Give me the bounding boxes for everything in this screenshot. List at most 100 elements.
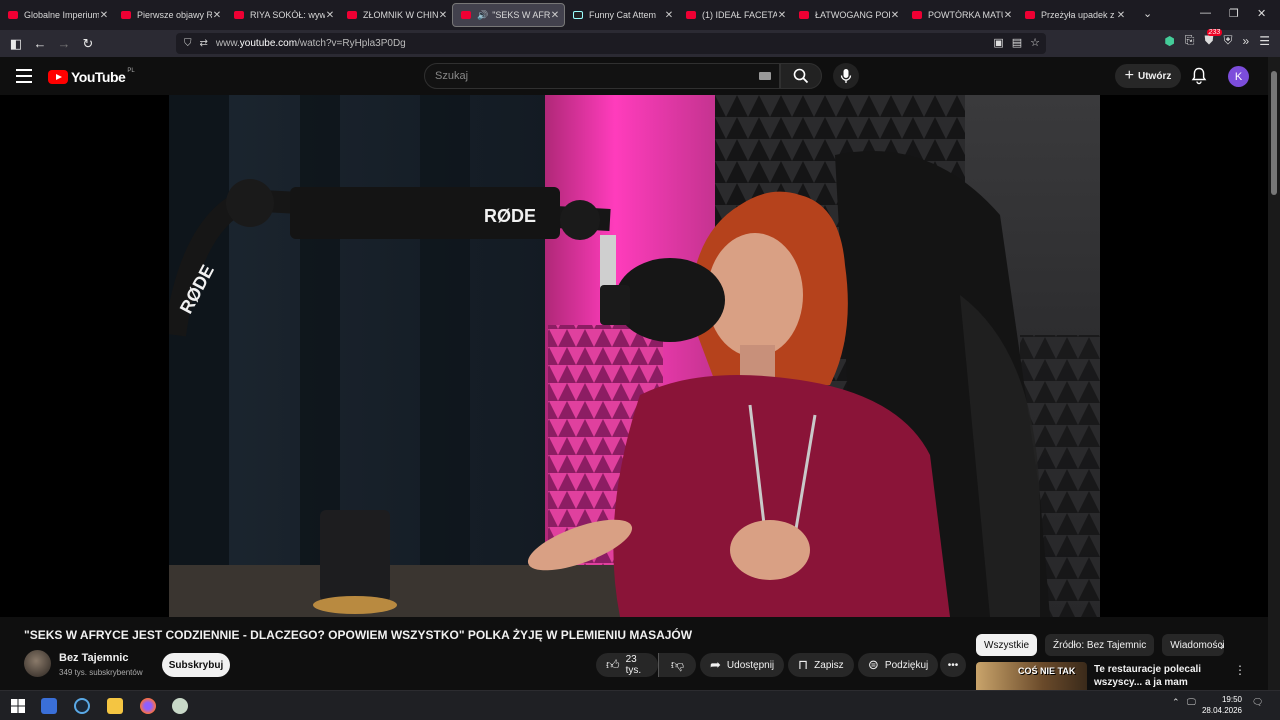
filter-chips: Wszystkie Źródło: Bez Tajemnic Wiadomośc… [976, 634, 1225, 656]
more-horizontal-icon: ••• [947, 659, 959, 671]
notifications-bell-icon[interactable] [1191, 67, 1207, 85]
youtube-icon [8, 11, 18, 19]
account-avatar[interactable]: K [1228, 66, 1249, 87]
more-vertical-icon[interactable]: ⋮ [1234, 663, 1246, 677]
back-icon[interactable]: ← [28, 32, 52, 56]
video-title: "SEKS W AFRYCE JEST CODZIENNIE - DLACZEG… [24, 628, 693, 642]
subscriber-count: 349 tys. subskrybentów [59, 668, 143, 677]
dislike-button[interactable]: 👎︎ [658, 653, 696, 677]
url-bar[interactable]: ⛉ ⇄ www.youtube.com/watch?v=RyHpla3P0Dg … [176, 33, 1046, 54]
overflow-chevron-icon[interactable]: » [1243, 34, 1250, 48]
youtube-icon [1025, 11, 1035, 19]
save-button[interactable]: ⊓ Zapisz [788, 653, 854, 677]
close-tab-icon[interactable]: ✕ [890, 10, 900, 21]
speaker-icon[interactable]: 🔊 [477, 10, 488, 21]
search-icon [793, 68, 809, 84]
system-clock[interactable]: 19:50 28.04.2026 [1200, 694, 1242, 716]
browser-tab-bar: Globalne Imperium B✕ Pierwsze objawy RAK… [0, 0, 1280, 30]
restore-icon[interactable]: ❐ [1229, 7, 1239, 20]
browser-tab[interactable]: POWTÓRKA MATURA✕ [904, 3, 1017, 27]
recommended-video-thumbnail[interactable]: COŚ NIE TAK [976, 662, 1087, 690]
youtube-icon [912, 11, 922, 19]
minimize-icon[interactable]: — [1200, 7, 1211, 19]
search-button[interactable] [780, 63, 822, 89]
thanks-button[interactable]: ⊜ Podziękuj [858, 653, 939, 677]
plus-icon: + [1124, 67, 1134, 84]
chevron-right-icon[interactable]: › [1220, 638, 1224, 653]
browser-tab[interactable]: Pierwsze objawy RAK✕ [113, 3, 226, 27]
page-scrollbar[interactable] [1268, 57, 1280, 690]
network-icon[interactable]: 🖵 [1187, 697, 1196, 708]
chip-all[interactable]: Wszystkie [976, 634, 1037, 656]
sidebar-toggle-icon[interactable]: ◧ [4, 32, 28, 56]
close-tab-icon[interactable]: ✕ [438, 10, 448, 21]
steam-icon[interactable] [74, 698, 90, 714]
close-tab-icon[interactable]: ✕ [1116, 10, 1126, 21]
close-tab-icon[interactable]: ✕ [212, 10, 222, 21]
adblock-icon[interactable]: ⛊ 233 [1205, 29, 1223, 48]
close-tab-icon[interactable]: ✕ [777, 10, 787, 21]
file-explorer-icon[interactable] [107, 698, 123, 714]
extensions-icon[interactable]: ⎘ [1185, 33, 1195, 48]
url-text: www.youtube.com/watch?v=RyHpla3P0Dg [215, 38, 406, 49]
browser-tab[interactable]: ŁATWOGANG POBIŁ✕ [791, 3, 904, 27]
browser-tab[interactable]: (1) IDEAŁ FACETA? C✕ [678, 3, 791, 27]
chip-news[interactable]: Wiadomości [1162, 634, 1225, 656]
shield-icon[interactable]: ⛉ [184, 38, 192, 49]
browser-tab[interactable]: Przeżyła upadek z 10✕ [1017, 3, 1130, 27]
channel-avatar[interactable] [24, 650, 51, 677]
tab-list-chevron-icon[interactable]: ⌄ [1143, 7, 1152, 20]
menu-icon[interactable]: ☰ [1259, 34, 1270, 48]
youtube-play-icon [48, 70, 68, 84]
forward-icon[interactable]: → [52, 32, 76, 56]
youtube-icon [234, 11, 244, 19]
create-button[interactable]: + Utwórz [1115, 64, 1181, 88]
notifications-icon[interactable]: 🗨 [1252, 697, 1263, 708]
firefox-icon[interactable] [140, 698, 156, 714]
privacy-icon[interactable]: ⛨ [1224, 33, 1233, 48]
bookmark-icon: ⊓ [798, 657, 809, 672]
windows-start-icon[interactable] [10, 698, 26, 714]
vpn-icon[interactable]: ⬢ [1164, 34, 1174, 48]
youtube-logo[interactable]: YouTube PL [48, 68, 135, 85]
tiktok-icon [573, 11, 583, 19]
subscribe-button[interactable]: Subskrybuj [162, 653, 230, 677]
more-actions-button[interactable]: ••• [940, 653, 966, 677]
voice-search-button[interactable] [833, 63, 859, 89]
browser-tab[interactable]: Globalne Imperium B✕ [0, 3, 113, 27]
bookmark-star-icon[interactable]: ☆ [1030, 36, 1040, 49]
scrollbar-thumb[interactable] [1271, 71, 1277, 195]
like-button[interactable]: 👍︎ 23 tys. [596, 653, 658, 677]
search-input[interactable]: Szukaj [424, 63, 780, 89]
keyboard-icon[interactable] [759, 72, 771, 80]
close-tab-icon[interactable]: ✕ [325, 10, 335, 21]
thumbs-up-icon: 👍︎ [606, 657, 620, 672]
hamburger-menu-icon[interactable] [16, 69, 32, 83]
browser-tab-active[interactable]: 🔊"SEKS W AFRYCE✕ [452, 3, 565, 27]
browser-nav-bar: ◧ ← → ↻ ⛉ ⇄ www.youtube.com/watch?v=RyHp… [0, 29, 1280, 57]
channel-name[interactable]: Bez Tajemnic [59, 652, 129, 664]
share-button[interactable]: ➦ Udostępnij [700, 653, 785, 677]
region-label: PL [127, 68, 135, 74]
browser-tab[interactable]: Funny Cat Attem ✕ [565, 3, 678, 27]
chip-source[interactable]: Źródło: Bez Tajemnic [1045, 634, 1155, 656]
youtube-icon [121, 11, 131, 19]
permissions-icon[interactable]: ⇄ [200, 38, 208, 49]
this-pc-icon[interactable] [41, 698, 57, 714]
close-window-icon[interactable]: ✕ [1257, 7, 1266, 20]
close-tab-icon[interactable]: ✕ [550, 10, 560, 21]
reload-icon[interactable]: ↻ [76, 32, 100, 56]
video-player[interactable]: RØDE RØDE [0, 95, 1268, 617]
app-icon[interactable] [172, 698, 188, 714]
browser-tab[interactable]: ZŁOMNIK W CHINACH✕ [339, 3, 452, 27]
tray-chevron-icon[interactable]: ⌃ [1172, 697, 1180, 708]
close-tab-icon[interactable]: ✕ [1003, 10, 1013, 21]
reader-view-icon[interactable]: ▤ [1012, 36, 1022, 49]
youtube-icon [461, 11, 471, 19]
picture-in-picture-icon[interactable]: ▣ [993, 36, 1003, 49]
close-tab-icon[interactable]: ✕ [99, 10, 109, 21]
browser-tab[interactable]: RIYA SOKÓŁ: wywiad✕ [226, 3, 339, 27]
close-tab-icon[interactable]: ✕ [664, 10, 674, 21]
youtube-icon [347, 11, 357, 19]
microphone-icon [840, 69, 852, 83]
